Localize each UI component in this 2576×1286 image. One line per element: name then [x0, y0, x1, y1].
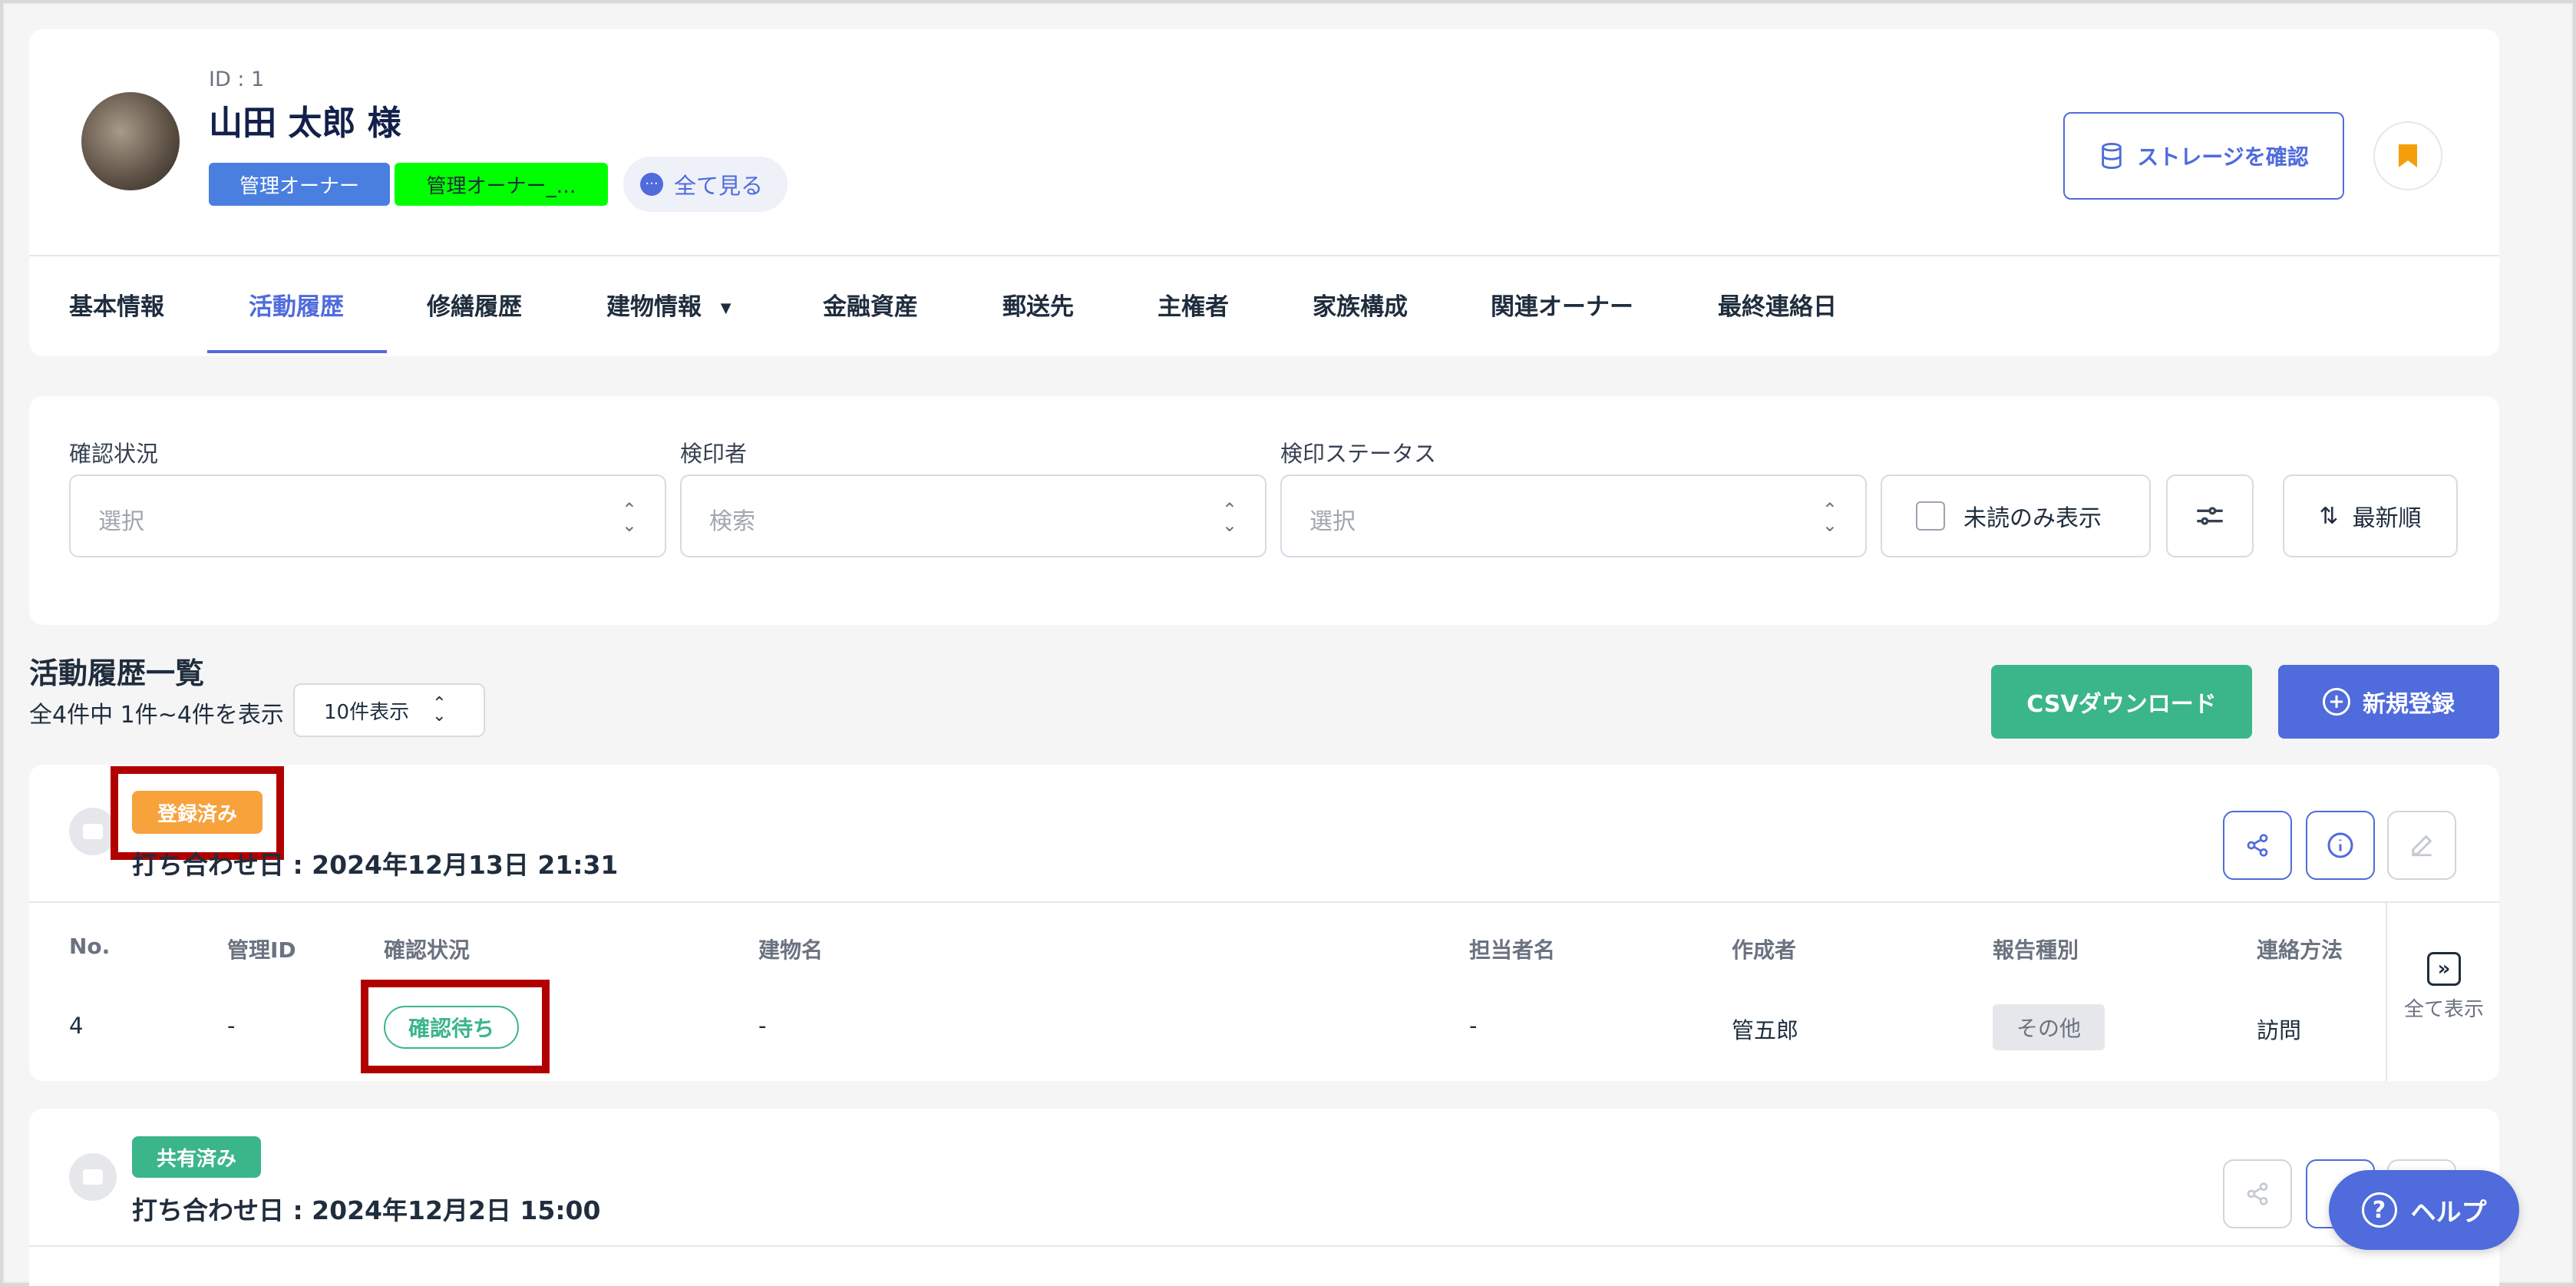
tab-sovereign[interactable]: 主権者	[1158, 287, 1229, 322]
tab-financial-assets[interactable]: 金融資産	[823, 287, 918, 322]
inspector-label: 検印者	[680, 441, 748, 467]
chat-icon	[69, 808, 117, 855]
help-button[interactable]: ? ヘルプ	[2329, 1170, 2519, 1250]
list-title: 活動履歴一覧	[29, 656, 205, 690]
cell-person: -	[1469, 1013, 1478, 1039]
plus-circle-icon: +	[2323, 688, 2350, 716]
highlight-box	[361, 980, 550, 1073]
tag-owner-2: 管理オーナー_…	[395, 163, 608, 206]
updown-chevron-icon: ⌃ ⌄	[621, 499, 637, 536]
tab-family[interactable]: 家族構成	[1313, 287, 1408, 322]
unread-only-toggle[interactable]: 未読のみ表示	[1881, 474, 2151, 557]
sort-icon: ⇅	[2319, 502, 2339, 530]
avatar	[81, 92, 180, 190]
owner-name: 山田 太郎 様	[209, 104, 401, 143]
tab-mailing-address[interactable]: 郵送先	[1002, 287, 1074, 322]
new-register-button[interactable]: + 新規登録	[2278, 665, 2499, 739]
column-header: 担当者名	[1469, 937, 1556, 963]
app-frame: ID : 1 山田 太郎 様 管理オーナー 管理オーナー_… ··· 全て見る …	[0, 0, 2576, 1286]
storage-button[interactable]: ストレージを確認	[2063, 112, 2344, 200]
inspector-select[interactable]: 検索 ⌃ ⌄	[680, 474, 1267, 557]
confirm-status-label: 確認状況	[69, 441, 159, 467]
entry-divider	[29, 1245, 2499, 1247]
show-all-columns-button[interactable]: » 全て表示	[2389, 952, 2499, 1036]
edit-icon	[2412, 835, 2432, 857]
per-page-select[interactable]: 10件表示 ⌃ ⌄	[293, 683, 485, 737]
bookmark-button[interactable]	[2373, 121, 2442, 190]
list-summary: 全4件中 1件~4件を表示	[29, 702, 284, 729]
cell-admin-id: -	[227, 1013, 236, 1039]
updown-chevron-icon: ⌃ ⌄	[1821, 499, 1838, 536]
chat-icon	[69, 1153, 117, 1201]
inspect-status-label: 検印ステータス	[1280, 441, 1437, 467]
updown-chevron-icon: ⌃ ⌄	[1221, 499, 1237, 536]
see-all-label: 全て見る	[674, 173, 764, 199]
sliders-icon	[2197, 507, 2223, 525]
bookmark-icon	[2399, 144, 2417, 167]
tab-basic-info[interactable]: 基本情報	[69, 287, 164, 322]
column-header: 管理ID	[227, 937, 296, 963]
double-chevron-right-icon: »	[2427, 952, 2461, 986]
share-button[interactable]	[2223, 811, 2292, 880]
column-header: 報告種別	[1993, 937, 2079, 963]
cell-creator: 管五郎	[1732, 1017, 1799, 1043]
active-tab-indicator	[207, 350, 387, 353]
info-icon	[2327, 832, 2353, 858]
confirm-status-select[interactable]: 選択 ⌃ ⌄	[69, 474, 666, 557]
column-header: 連絡方法	[2257, 937, 2343, 963]
meeting-date: 打ち合わせ日 : 2024年12月2日 15:00	[132, 1195, 601, 1225]
tab-related-owners[interactable]: 関連オーナー	[1491, 287, 1633, 322]
cell-contact: 訪問	[2257, 1017, 2302, 1043]
meeting-date: 打ち合わせ日 : 2024年12月13日 21:31	[132, 850, 619, 880]
info-button[interactable]	[2306, 811, 2375, 880]
inspect-status-select[interactable]: 選択 ⌃ ⌄	[1280, 474, 1867, 557]
column-header: 確認状況	[384, 937, 471, 963]
checkbox[interactable]	[1916, 501, 1945, 531]
column-header: No.	[69, 934, 111, 959]
profile-card: ID : 1 山田 太郎 様 管理オーナー 管理オーナー_… ··· 全て見る …	[29, 29, 2499, 356]
entry-divider	[29, 901, 2499, 903]
cell-no: 4	[69, 1013, 84, 1039]
column-header: 作成者	[1732, 937, 1797, 963]
share-icon	[2247, 834, 2268, 857]
tag-owner: 管理オーナー	[209, 163, 390, 206]
more-icon: ···	[640, 173, 663, 196]
caret-down-icon: ▼	[720, 300, 732, 316]
csv-download-button[interactable]: CSVダウンロード	[1991, 665, 2252, 739]
tab-repair-history[interactable]: 修繕履歴	[427, 287, 522, 322]
see-all-tags-button[interactable]: ··· 全て見る	[623, 157, 788, 212]
show-all-columns-divider	[2386, 903, 2387, 1081]
filter-settings-button[interactable]	[2166, 474, 2254, 557]
edit-button[interactable]	[2387, 811, 2456, 880]
share-icon	[2247, 1182, 2268, 1205]
tab-building-info[interactable]: 建物情報 ▼	[606, 287, 732, 322]
updown-chevron-icon: ⌃ ⌄	[432, 694, 447, 726]
question-circle-icon: ?	[2361, 1192, 2397, 1228]
owner-id: ID : 1	[209, 68, 265, 91]
cell-building: -	[758, 1013, 767, 1039]
tabs-divider	[29, 255, 2499, 256]
share-button[interactable]	[2223, 1159, 2292, 1228]
tab-activity-history[interactable]: 活動履歴	[249, 287, 344, 322]
status-badge: 共有済み	[132, 1136, 261, 1178]
sort-button[interactable]: ⇅ 最新順	[2283, 474, 2458, 557]
report-type-chip: その他	[1993, 1004, 2105, 1050]
database-icon	[2102, 143, 2122, 170]
column-header: 建物名	[758, 937, 824, 963]
tab-last-contact[interactable]: 最終連絡日	[1718, 287, 1837, 322]
